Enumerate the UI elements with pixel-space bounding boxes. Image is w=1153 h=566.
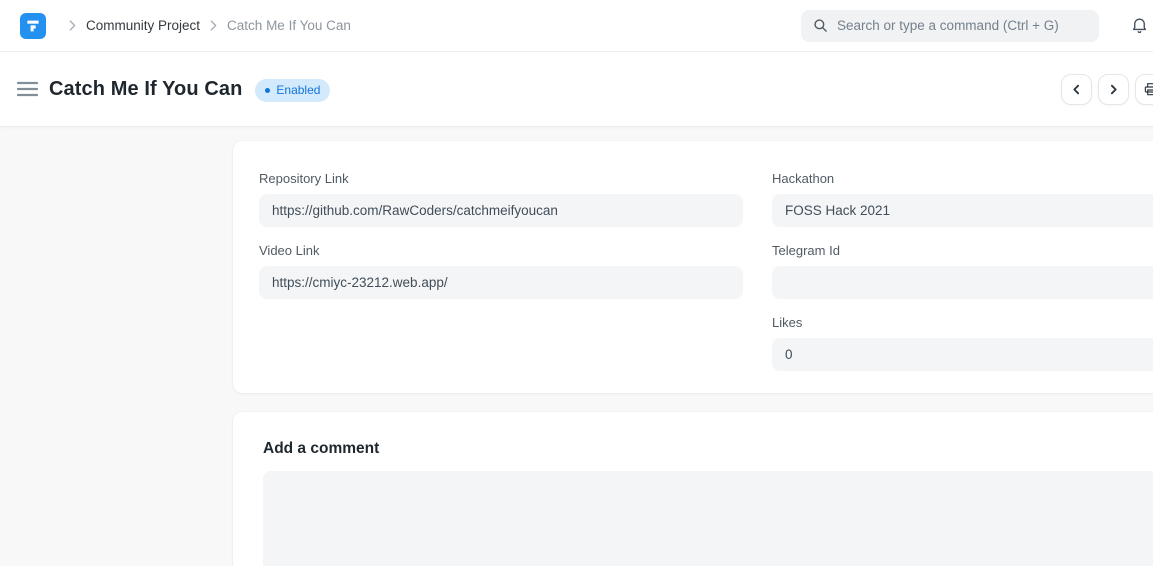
- breadcrumb: Community Project Catch Me If You Can: [59, 18, 351, 33]
- bell-icon: [1130, 15, 1149, 36]
- comment-card: Add a comment: [233, 412, 1153, 566]
- next-document-button[interactable]: [1098, 74, 1129, 105]
- breadcrumb-item-current[interactable]: Catch Me If You Can: [227, 18, 351, 33]
- chevron-right-icon: [1107, 83, 1120, 96]
- form-column-right: Hackathon Telegram Id Likes: [772, 171, 1153, 371]
- field-telegram-id: Telegram Id: [772, 243, 1153, 299]
- main-content: Repository Link Video Link Hackathon Tel…: [0, 127, 1153, 566]
- comment-section-heading: Add a comment: [263, 440, 1153, 458]
- video-link-label: Video Link: [259, 243, 743, 258]
- form-card: Repository Link Video Link Hackathon Tel…: [233, 141, 1153, 393]
- likes-input[interactable]: [772, 338, 1153, 371]
- hackathon-input[interactable]: [772, 194, 1153, 227]
- status-dot-icon: [265, 88, 270, 93]
- app-logo[interactable]: [20, 13, 46, 39]
- status-badge-label: Enabled: [276, 83, 320, 97]
- telegram-id-input[interactable]: [772, 266, 1153, 299]
- field-video-link: Video Link: [259, 243, 743, 299]
- chevron-right-icon: [210, 20, 217, 31]
- repository-link-input[interactable]: [259, 194, 743, 227]
- search-icon: [813, 18, 828, 33]
- page-head: Catch Me If You Can Enabled: [0, 52, 1153, 127]
- breadcrumb-item-parent[interactable]: Community Project: [86, 18, 200, 33]
- sidebar-toggle-button[interactable]: [17, 80, 39, 98]
- comment-input[interactable]: [263, 471, 1153, 566]
- search-input[interactable]: [837, 18, 1087, 33]
- notifications-button[interactable]: [1128, 14, 1150, 38]
- page-title: Catch Me If You Can: [49, 78, 242, 101]
- search-bar[interactable]: [801, 10, 1099, 42]
- menu-icon: [17, 81, 38, 97]
- printer-icon: [1143, 81, 1153, 97]
- hackathon-label: Hackathon: [772, 171, 1153, 186]
- header-actions: [1061, 74, 1153, 105]
- app-window: { "navbar": { "breadcrumbs": ["Community…: [0, 0, 1153, 566]
- chevron-left-icon: [1070, 83, 1083, 96]
- chevron-right-icon: [69, 20, 76, 31]
- prev-document-button[interactable]: [1061, 74, 1092, 105]
- field-repository-link: Repository Link: [259, 171, 743, 227]
- frappe-logo-icon: [25, 18, 41, 34]
- likes-label: Likes: [772, 315, 1153, 330]
- form-column-left: Repository Link Video Link: [259, 171, 743, 299]
- field-hackathon: Hackathon: [772, 171, 1153, 227]
- print-button[interactable]: [1135, 74, 1153, 105]
- telegram-id-label: Telegram Id: [772, 243, 1153, 258]
- repository-link-label: Repository Link: [259, 171, 743, 186]
- video-link-input[interactable]: [259, 266, 743, 299]
- status-badge: Enabled: [255, 79, 330, 102]
- navbar: Community Project Catch Me If You Can: [0, 0, 1153, 52]
- field-likes: Likes: [772, 315, 1153, 371]
